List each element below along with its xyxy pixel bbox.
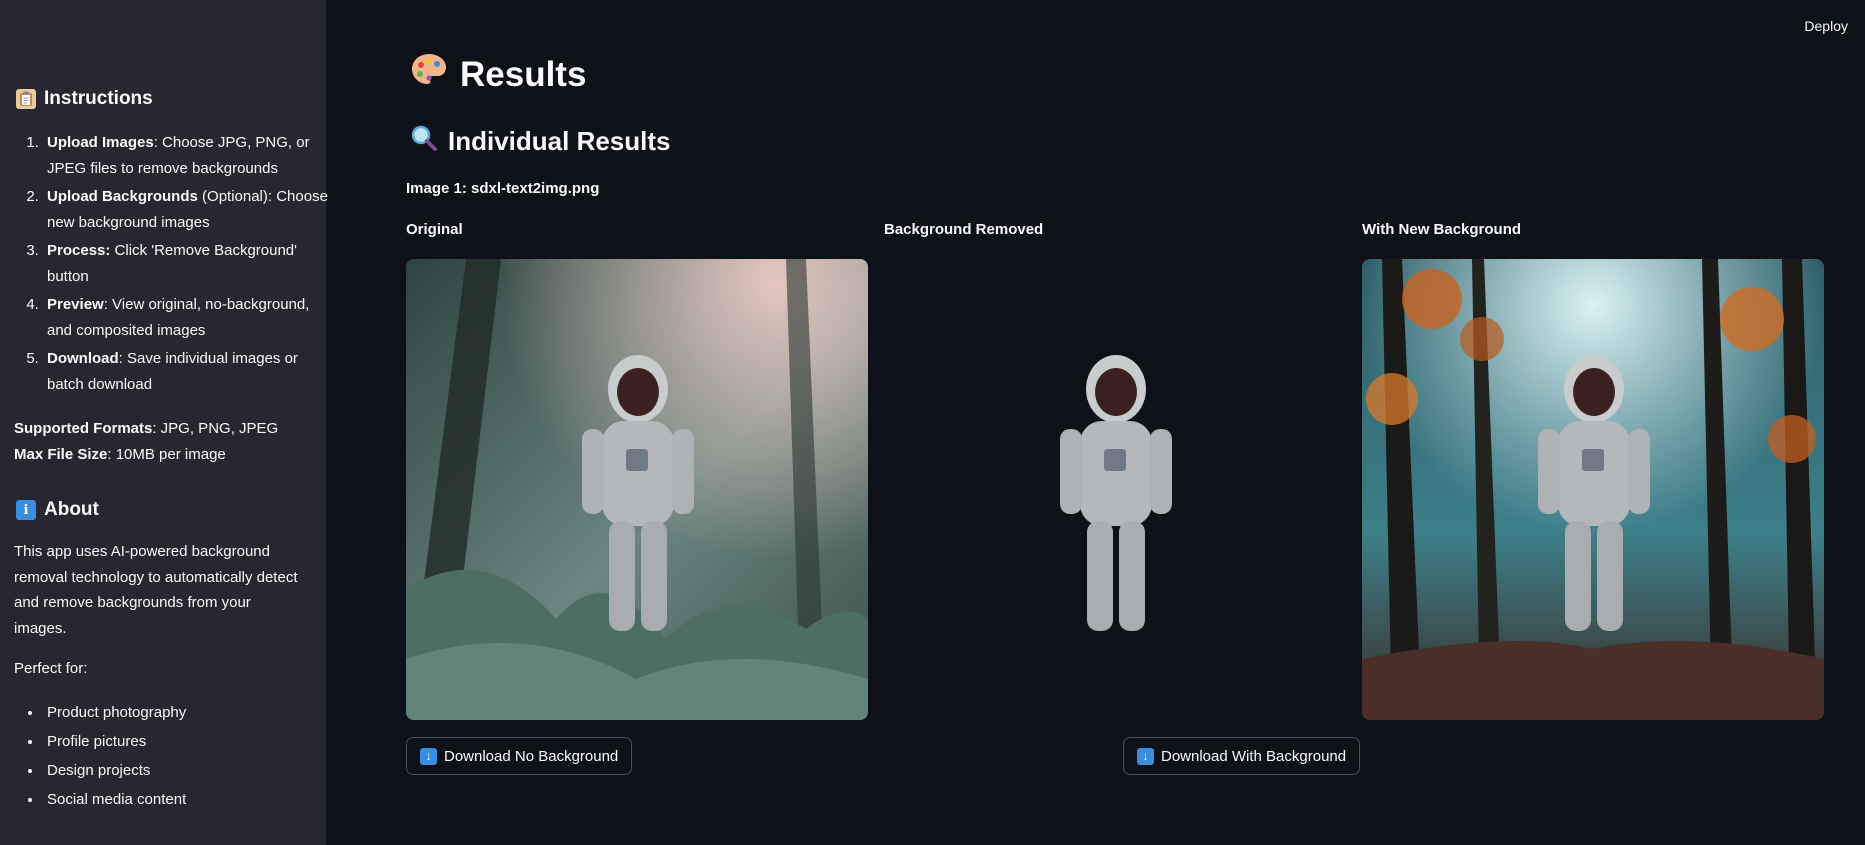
image-caption: Image 1: sdxl-text2img.png bbox=[406, 180, 600, 197]
about-title: About bbox=[44, 499, 99, 520]
deploy-button[interactable]: Deploy bbox=[1804, 18, 1848, 34]
section-title: Individual Results bbox=[410, 124, 671, 159]
clipboard-icon bbox=[16, 89, 36, 109]
use-cases-list: Product photography Profile pictures Des… bbox=[14, 698, 186, 814]
perfect-for-label: Perfect for: bbox=[14, 660, 88, 677]
about-heading: i About bbox=[16, 499, 99, 521]
instruction-step: Upload Images: Choose JPG, PNG, or JPEG … bbox=[43, 130, 333, 181]
instructions-heading: Instructions bbox=[16, 88, 153, 110]
column-label-original: Original bbox=[406, 221, 463, 238]
about-text: This app uses AI-powered background remo… bbox=[14, 543, 298, 637]
column-label-background-removed: Background Removed bbox=[884, 221, 1044, 238]
list-item: Design projects bbox=[43, 756, 186, 785]
instruction-step: Preview: View original, no-background, a… bbox=[43, 292, 333, 343]
info-icon: i bbox=[16, 500, 36, 520]
download-no-background-button[interactable]: ↓ Download No Background bbox=[406, 737, 633, 775]
magnifier-icon bbox=[410, 124, 438, 159]
instructions-list: Upload Images: Choose JPG, PNG, or JPEG … bbox=[14, 130, 333, 400]
instructions-title: Instructions bbox=[44, 88, 153, 109]
column-label-with-new-background: With New Background bbox=[1362, 221, 1522, 238]
page-title: Results bbox=[410, 52, 586, 97]
list-item: Product photography bbox=[43, 698, 186, 727]
original-image bbox=[406, 259, 868, 720]
supported-formats-text: Supported Formats: JPG, PNG, JPEG Max Fi… bbox=[14, 420, 279, 463]
button-label: Download No Background bbox=[444, 747, 619, 765]
download-with-background-button[interactable]: ↓ Download With Background bbox=[1123, 737, 1361, 775]
down-arrow-icon: ↓ bbox=[420, 747, 437, 765]
section-title-text: Individual Results bbox=[448, 126, 671, 156]
instruction-step: Download: Save individual images or batc… bbox=[43, 346, 333, 397]
button-label: Download With Background bbox=[1161, 747, 1347, 765]
list-item: Social media content bbox=[43, 785, 186, 814]
down-arrow-icon: ↓ bbox=[1137, 747, 1154, 765]
instruction-step: Process: Click 'Remove Background' butto… bbox=[43, 238, 333, 289]
new-background-image bbox=[1362, 259, 1824, 720]
instruction-step: Upload Backgrounds (Optional): Choose ne… bbox=[43, 184, 333, 235]
sidebar: Instructions Upload Images: Choose JPG, … bbox=[0, 0, 328, 845]
palette-icon bbox=[410, 52, 448, 97]
background-removed-image bbox=[884, 259, 1346, 720]
page-title-text: Results bbox=[460, 54, 587, 94]
list-item: Profile pictures bbox=[43, 727, 186, 756]
